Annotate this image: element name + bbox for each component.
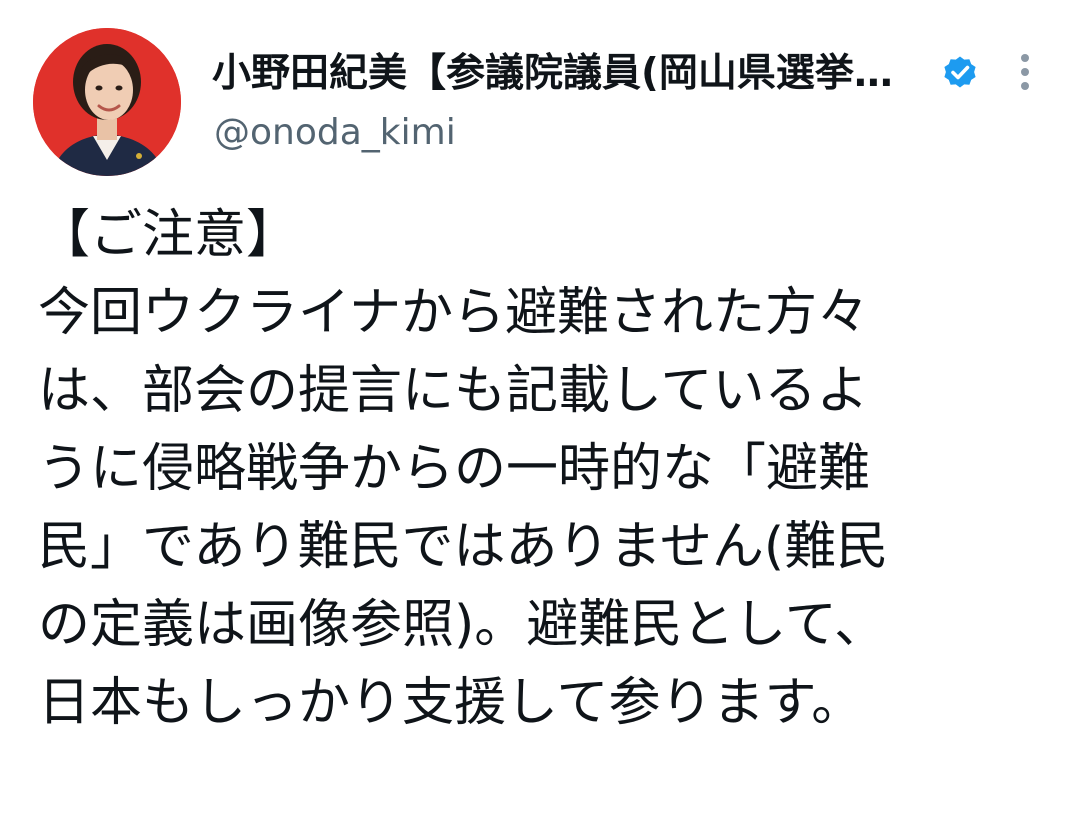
verified-badge-icon	[942, 55, 978, 91]
tweet-card: 小野田紀美【参議院議員(岡山県選挙… @onoda_kimi 【ご注意】 今回ウ…	[0, 0, 1080, 819]
avatar[interactable]	[33, 28, 181, 176]
tweet-text-line: の定義は画像参照)。避難民として、	[38, 595, 887, 655]
author-handle[interactable]: @onoda_kimi	[214, 111, 456, 155]
avatar-photo	[33, 28, 181, 176]
more-options-icon[interactable]	[1008, 48, 1042, 96]
tweet-text-line: 今回ウクライナから避難された方々	[38, 283, 869, 343]
tweet-text-line: 【ご注意】	[38, 205, 299, 265]
tweet-text-line: 民」であり難民ではありません(難民	[38, 517, 889, 577]
tweet-text-line: うに侵略戦争からの一時的な「避難	[38, 439, 871, 499]
author-display-name[interactable]: 小野田紀美【参議院議員(岡山県選挙…	[212, 50, 932, 98]
tweet-text: 【ご注意】 今回ウクライナから避難された方々 は、部会の提言にも記載しているよ …	[38, 196, 1048, 742]
tweet-text-line: 日本もしっかり支援して参ります。	[38, 673, 864, 733]
tweet-text-line: は、部会の提言にも記載しているよ	[38, 361, 869, 421]
